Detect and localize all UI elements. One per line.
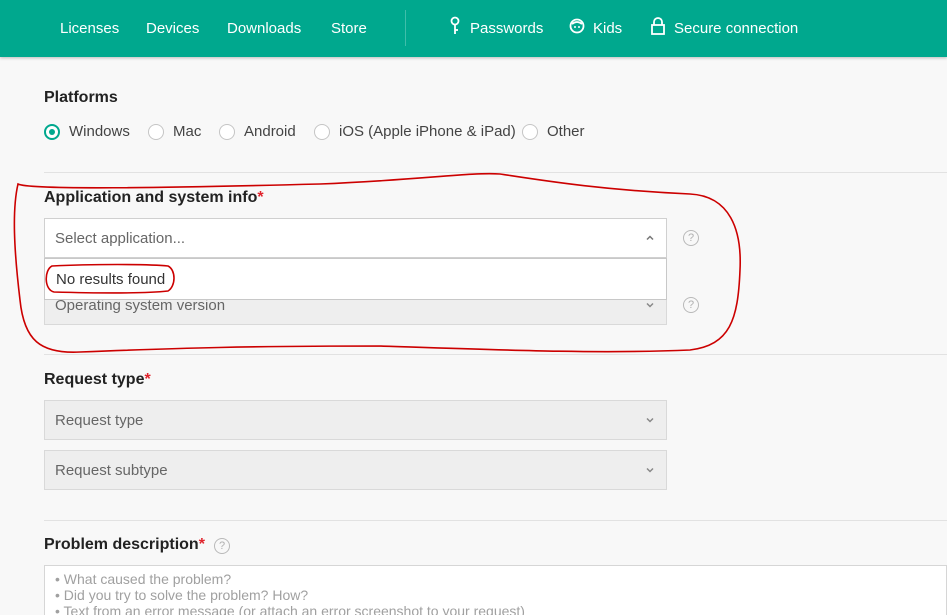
request-type-placeholder: Request type [55, 412, 144, 429]
help-icon[interactable]: ? [214, 538, 230, 554]
radio-indicator [219, 124, 235, 140]
chevron-up-icon [646, 235, 654, 241]
platforms-title: Platforms [44, 89, 118, 106]
radio-label: iOS (Apple iPhone & iPad) [339, 123, 516, 140]
nav-store[interactable]: Store [331, 0, 367, 57]
app-info-title-text: Application and system info [44, 189, 258, 206]
placeholder-line: • Did you try to solve the problem? How? [55, 587, 309, 603]
application-placeholder: Select application... [55, 230, 186, 247]
radio-label: Android [244, 123, 296, 140]
nav-passwords[interactable]: Passwords [470, 0, 543, 57]
chevron-down-icon [646, 302, 654, 308]
chevron-down-icon [646, 417, 654, 423]
top-navigation-bar: Licenses Devices Downloads Store Passwor… [0, 0, 947, 57]
nav-kids[interactable]: Kids [593, 0, 622, 57]
radio-label: Mac [173, 123, 202, 140]
radio-label: Other [547, 123, 585, 140]
kids-icon [569, 18, 585, 34]
radio-indicator [148, 124, 164, 140]
section-divider [44, 172, 947, 173]
required-mark: * [257, 189, 264, 206]
radio-label: Windows [69, 123, 130, 140]
nav-downloads[interactable]: Downloads [227, 0, 301, 57]
key-icon [450, 16, 460, 34]
chevron-down-icon [646, 467, 654, 473]
request-type-select[interactable]: Request type [44, 400, 667, 440]
nav-divider [405, 10, 406, 46]
nav-licenses[interactable]: Licenses [60, 0, 119, 57]
placeholder-line: • Text from an error message (or attach … [55, 603, 525, 615]
help-icon[interactable]: ? [683, 230, 699, 246]
request-subtype-select[interactable]: Request subtype [44, 450, 667, 490]
request-subtype-placeholder: Request subtype [55, 462, 168, 479]
problem-description-title: Problem description* [44, 536, 205, 554]
lock-icon [651, 17, 665, 35]
section-divider [44, 354, 947, 355]
nav-secure-connection[interactable]: Secure connection [674, 0, 798, 57]
required-mark: * [198, 536, 205, 553]
application-dropdown: No results found [44, 258, 667, 300]
request-type-title-text: Request type [44, 371, 145, 388]
problem-description-textarea[interactable]: • What caused the problem? • Did you try… [44, 565, 947, 615]
nav-devices[interactable]: Devices [146, 0, 199, 57]
application-select[interactable]: Select application... [44, 218, 667, 258]
radio-selected-indicator [44, 124, 60, 140]
radio-indicator [314, 124, 330, 140]
help-icon[interactable]: ? [683, 297, 699, 313]
section-divider [44, 520, 947, 521]
request-type-title: Request type* [44, 371, 151, 389]
no-results-message: No results found [56, 271, 166, 288]
app-info-title: Application and system info* [44, 189, 264, 207]
problem-description-title-text: Problem description [44, 536, 199, 553]
radio-indicator [522, 124, 538, 140]
placeholder-line: • What caused the problem? [55, 571, 232, 587]
required-mark: * [144, 371, 151, 388]
